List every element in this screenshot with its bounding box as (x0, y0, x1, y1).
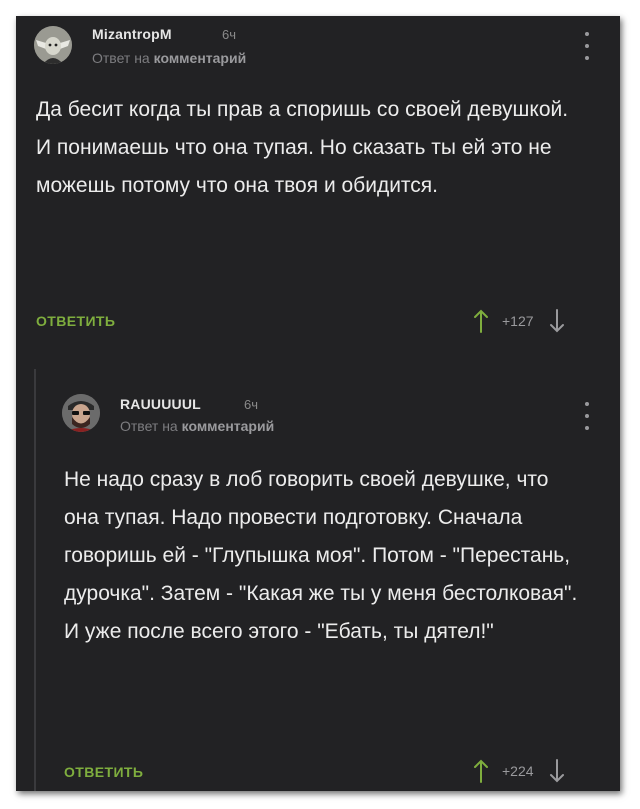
reply-to-link[interactable]: комментарий (154, 50, 247, 66)
comment-thread: MizantropM 6ч Ответ на комментарий Да бе… (16, 16, 620, 791)
reply-to-prefix: Ответ на (120, 418, 178, 434)
downvote-arrow-icon[interactable] (548, 309, 566, 333)
comment-paragraph: Не надо сразу в лоб говорить своей девуш… (64, 468, 578, 643)
comment-body: Да бесит когда ты прав а споришь со свое… (36, 91, 608, 205)
reply-button[interactable]: ОТВЕТИТЬ (64, 764, 143, 780)
downvote-arrow-icon[interactable] (548, 759, 566, 783)
comment-author[interactable]: MizantropM (92, 26, 172, 42)
more-menu-icon[interactable] (580, 402, 594, 430)
vote-controls: +127 (472, 308, 566, 334)
comment-1: MizantropM 6ч Ответ на комментарий Да бе… (16, 16, 620, 356)
comment-author[interactable]: RAUUUUUL (120, 396, 201, 412)
comment-rating: +224 (502, 763, 534, 779)
reply-to-prefix: Ответ на (92, 50, 150, 66)
reply-to-line: Ответ на комментарий (120, 418, 274, 434)
more-menu-icon[interactable] (580, 32, 594, 60)
comment-paragraph: Да бесит когда ты прав а споришь со свое… (36, 98, 569, 121)
upvote-arrow-icon[interactable] (472, 759, 490, 783)
comment-paragraph: И понимаешь что она тупая. Но сказать ты… (36, 136, 552, 197)
comment-body: Не надо сразу в лоб говорить своей девуш… (64, 461, 580, 651)
comment-time: 6ч (222, 27, 237, 42)
reply-button[interactable]: ОТВЕТИТЬ (36, 313, 115, 329)
comment-time: 6ч (244, 397, 259, 412)
comment-rating: +127 (502, 313, 534, 329)
comment-2: RAUUUUUL 6ч Ответ на комментарий Не надо… (16, 356, 620, 791)
reply-to-line: Ответ на комментарий (92, 50, 246, 66)
vote-controls: +224 (472, 758, 566, 784)
yoda-avatar-icon[interactable] (34, 26, 72, 64)
upvote-arrow-icon[interactable] (472, 309, 490, 333)
reply-to-link[interactable]: комментарий (182, 418, 275, 434)
bearded-man-avatar-icon[interactable] (62, 394, 100, 432)
